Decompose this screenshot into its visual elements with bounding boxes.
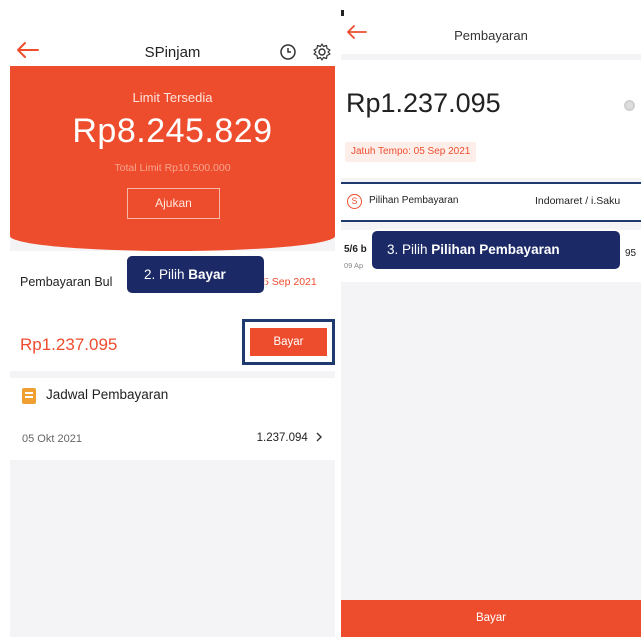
payment-method-label: Pilihan Pembayaran bbox=[369, 195, 459, 206]
step-2-callout: 2. Pilih Bayar bbox=[127, 256, 264, 293]
spinjam-header: SPinjam bbox=[10, 18, 335, 68]
document-icon bbox=[22, 388, 36, 404]
status-bar-mark bbox=[341, 10, 344, 16]
currency-circle-icon: S bbox=[347, 194, 362, 209]
dot-icon bbox=[624, 100, 635, 111]
total-limit: Total Limit Rp10.500.000 bbox=[114, 162, 231, 174]
payment-title: Pembayaran Bul bbox=[20, 275, 113, 289]
schedule-card[interactable]: Jadwal Pembayaran 05 Okt 2021 1.237.094 bbox=[10, 378, 335, 460]
payment-method-value: Indomaret / i.Saku bbox=[535, 195, 621, 207]
schedule-amount-value: 1.237.094 bbox=[256, 432, 308, 444]
limit-label: Limit Tersedia bbox=[132, 90, 213, 105]
bayar-button[interactable]: Bayar bbox=[341, 600, 641, 637]
spinjam-screen: SPinjam Limit Tersedia Rp8.245.829 Total… bbox=[10, 18, 335, 637]
schedule-amount: 1.237.094 bbox=[257, 432, 323, 444]
pembayaran-header: Pembayaran bbox=[341, 10, 641, 54]
step-3-bold: Pilihan Pembayaran bbox=[431, 242, 560, 257]
chevron-right-icon bbox=[316, 432, 322, 442]
limit-value: Rp8.245.829 bbox=[72, 112, 273, 150]
payment-method-row[interactable]: S Pilihan Pembayaran Indomaret / i.Saku bbox=[341, 182, 641, 222]
clock-icon[interactable] bbox=[279, 43, 297, 61]
due-date-badge: Jatuh Tempo: 05 Sep 2021 bbox=[345, 142, 477, 162]
schedule-date: 05 Okt 2021 bbox=[22, 433, 82, 445]
ajukan-button[interactable]: Ajukan bbox=[127, 188, 220, 219]
pembayaran-screen: Pembayaran Rp1.237.095 Jatuh Tempo: 05 S… bbox=[341, 10, 641, 637]
step-2-prefix: 2. Pilih bbox=[144, 267, 189, 282]
payment-due-date: 5 Sep 2021 bbox=[263, 276, 317, 288]
limit-banner: Limit Tersedia Rp8.245.829 Total Limit R… bbox=[10, 66, 335, 251]
installment-label: 5/6 b bbox=[344, 244, 367, 255]
installment-date: 09 Ap bbox=[344, 261, 364, 270]
step-3-prefix: 3. Pilih bbox=[387, 242, 432, 257]
page-title: Pembayaran bbox=[454, 28, 528, 43]
schedule-title: Jadwal Pembayaran bbox=[46, 387, 169, 402]
amount-card: Rp1.237.095 Jatuh Tempo: 05 Sep 2021 bbox=[341, 60, 641, 178]
step-2-bold: Bayar bbox=[188, 267, 226, 282]
bayar-highlight: Bayar bbox=[242, 319, 335, 365]
payment-amount: Rp1.237.095 bbox=[20, 335, 118, 354]
gear-icon[interactable] bbox=[312, 42, 332, 62]
installment-amount: 95 bbox=[625, 248, 637, 259]
step-3-callout: 3. Pilih Pilihan Pembayaran bbox=[372, 231, 620, 269]
payment-amount: Rp1.237.095 bbox=[346, 88, 501, 118]
bayar-button[interactable]: Bayar bbox=[250, 328, 327, 356]
